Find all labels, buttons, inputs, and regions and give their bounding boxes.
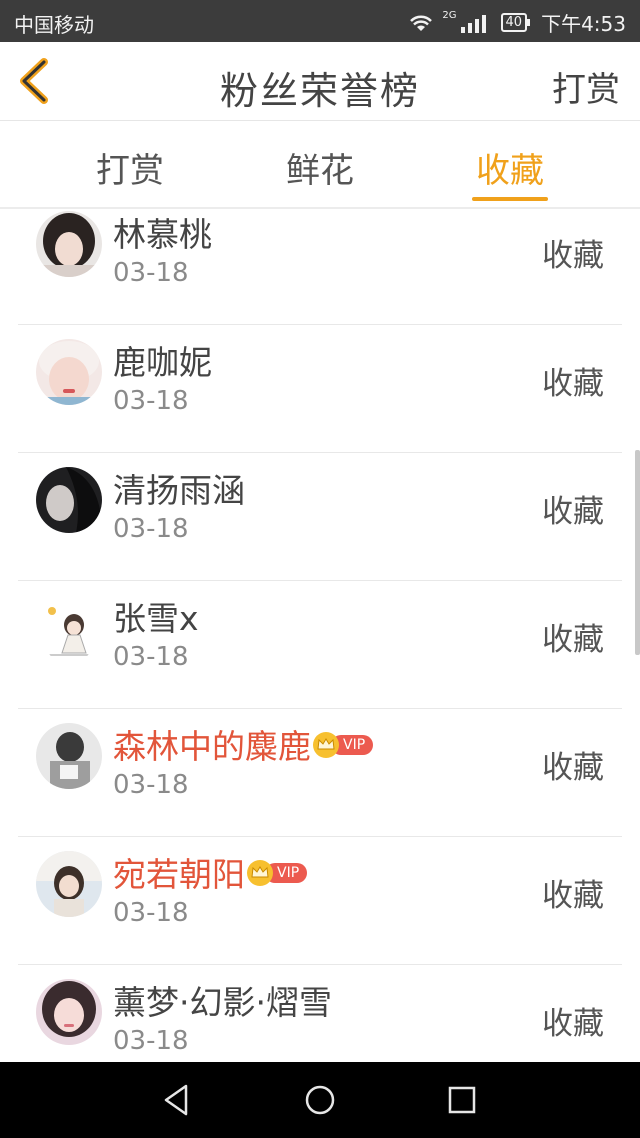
system-nav-bar [0,1062,640,1138]
fans-list: 林慕桃 03-18 收藏 鹿咖妮 03-18 收藏 清扬雨涵 03-18 收藏 [0,209,640,1062]
scrollbar[interactable] [635,450,640,655]
active-tab-indicator [472,197,548,201]
fan-action-label: 收藏 [542,1006,604,1042]
crown-icon [247,859,273,886]
vip-badge: VIP [313,731,374,758]
fan-date: 03-18 [113,642,189,672]
fan-name: 鹿咖妮 [113,343,212,382]
list-item[interactable]: 鹿咖妮 03-18 收藏 [18,324,622,453]
fan-name: 林慕桃 [113,215,212,254]
fan-date: 03-18 [113,1026,189,1056]
fan-action-label: 收藏 [542,878,604,914]
avatar [36,211,102,277]
tab-flowers[interactable]: 鲜花 [260,143,380,192]
fan-action-label: 收藏 [542,366,604,402]
signal-icon [460,14,486,33]
avatar [36,595,102,661]
tab-favorites[interactable]: 收藏 [450,143,570,192]
fan-name: 森林中的麋鹿 VIP [113,720,374,768]
list-item[interactable]: 张雪x 03-18 收藏 [18,580,622,709]
carrier-label: 中国移动 [14,13,94,37]
fan-date: 03-18 [113,258,189,288]
fan-name: 清扬雨涵 [113,471,245,510]
reward-button[interactable]: 打赏 [552,62,620,111]
list-item[interactable]: 薰梦·幻影·熠雪 03-18 收藏 [18,964,622,1062]
home-circle-icon[interactable] [300,1082,340,1118]
back-triangle-icon[interactable] [158,1082,198,1118]
fan-action-label: 收藏 [542,750,604,786]
page-title: 粉丝荣誉榜 [219,69,420,113]
crown-icon [313,731,339,758]
list-item[interactable]: 清扬雨涵 03-18 收藏 [18,452,622,581]
tab-bar: 打赏 鲜花 收藏 [0,121,640,209]
list-item[interactable]: 森林中的麋鹿 VIP 03-18 收藏 [18,708,622,837]
fan-date: 03-18 [113,386,189,416]
list-item[interactable]: 林慕桃 03-18 收藏 [18,209,622,325]
fan-name-text: 宛若朝阳 [113,855,245,894]
fan-name-text: 森林中的麋鹿 [113,727,311,766]
fan-date: 03-18 [113,898,189,928]
fan-date: 03-18 [113,514,189,544]
avatar [36,979,102,1045]
avatar [36,851,102,917]
avatar [36,467,102,533]
recents-square-icon[interactable] [442,1082,482,1118]
status-icons: 2G 40 下午4:53 [408,8,626,37]
avatar [36,339,102,405]
avatar [36,723,102,789]
tab-reward[interactable]: 打赏 [70,143,190,192]
network-type-label: 2G [442,10,457,21]
fan-date: 03-18 [113,770,189,800]
app-header: 粉丝荣誉榜 打赏 [0,42,640,121]
fan-action-label: 收藏 [542,622,604,658]
wifi-icon [410,15,433,31]
battery-icon: 40 [500,13,530,32]
clock-label: 下午4:53 [541,12,626,36]
vip-badge: VIP [247,859,308,886]
fan-action-label: 收藏 [542,238,604,274]
fan-name: 张雪x [113,599,199,638]
fan-name: 宛若朝阳 VIP [113,848,308,896]
list-item[interactable]: 宛若朝阳 VIP 03-18 收藏 [18,836,622,965]
fan-action-label: 收藏 [542,494,604,530]
status-bar: 中国移动 2G 40 下午4:53 [0,0,640,42]
fan-name: 薰梦·幻影·熠雪 [113,983,332,1022]
